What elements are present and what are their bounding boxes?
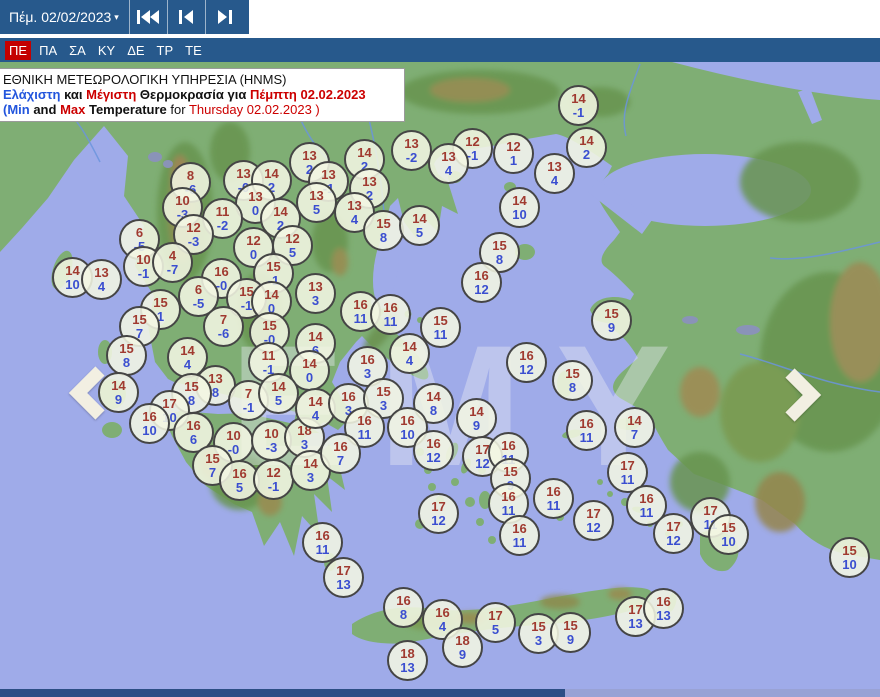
temp-bubble: 1612: [461, 262, 502, 303]
day-tab-ΔΕ[interactable]: ΔΕ: [123, 41, 148, 60]
temp-bubble: 1510: [708, 514, 749, 555]
day-tab-ΠΕ[interactable]: ΠΕ: [5, 41, 31, 60]
day-tabs: ΠΕΠΑΣΑΚΥΔΕ ΤΡΤΕ: [0, 38, 880, 62]
temp-bubble: 1610: [129, 403, 170, 444]
temp-bubble: 1510: [829, 537, 870, 578]
chevron-right-icon: [780, 367, 824, 423]
temp-bubble: 158: [106, 335, 147, 376]
skip-to-first-icon: [137, 10, 159, 24]
temp-bubble: 1712: [653, 513, 694, 554]
toolbar: Πέμ. 02/02/2023 ▾: [0, 0, 880, 34]
temp-bubble: 1611: [499, 515, 540, 556]
temp-bubble: 159: [591, 300, 632, 341]
temp-bubble: 134: [534, 153, 575, 194]
step-next-icon: [217, 10, 232, 24]
temp-bubble: 1611: [533, 478, 574, 519]
legend-box: ΕΘΝΙΚΗ ΜΕΤΕΩΡΟΛΟΓΙΚΗ ΥΠΗΡΕΣΙΑ (HNMS) Ελά…: [0, 68, 405, 122]
day-tab-ΤΕ[interactable]: ΤΕ: [181, 41, 206, 60]
temp-bubble: 134: [81, 259, 122, 300]
temp-bubble: 147: [614, 407, 655, 448]
temp-bubble: 1712: [573, 500, 614, 541]
temp-bubble: 149: [456, 398, 497, 439]
date-selector[interactable]: Πέμ. 02/02/2023 ▾: [0, 0, 129, 34]
bottom-bar-right: [565, 689, 880, 697]
temp-bubble: 158: [552, 360, 593, 401]
next-day-button[interactable]: [205, 0, 243, 34]
temp-bubble: 158: [363, 210, 404, 251]
temp-bubble: 4-7: [152, 242, 193, 283]
map-area: ΕΜΥ 14-114213412112-113413-214213213-113…: [0, 62, 880, 697]
previous-day-button[interactable]: [167, 0, 205, 34]
temp-bubble: 1712: [418, 493, 459, 534]
temp-bubble: 168: [383, 587, 424, 628]
temp-bubble: 135: [296, 182, 337, 223]
step-previous-icon: [179, 10, 194, 24]
day-tab-ΠΑ[interactable]: ΠΑ: [35, 41, 61, 60]
temp-bubble: 145: [399, 205, 440, 246]
temp-bubble: 133: [295, 273, 336, 314]
temp-bubble: 1813: [387, 640, 428, 681]
temp-bubble: 159: [550, 612, 591, 653]
temp-bubble: 1613: [643, 588, 684, 629]
temp-bubble: 144: [389, 333, 430, 374]
temp-bubble: 13-2: [391, 130, 432, 171]
temp-bubble: 142: [566, 127, 607, 168]
temp-bubble: 7-6: [203, 306, 244, 347]
toolbar-left: Πέμ. 02/02/2023 ▾: [0, 0, 249, 34]
temp-bubble: 14-1: [558, 85, 599, 126]
temp-bubble: 12-1: [253, 459, 294, 500]
legend-line3: (Min and Max Temperature for Thursday 02…: [3, 102, 398, 117]
day-tab-ΣΑ[interactable]: ΣΑ: [65, 41, 90, 60]
chevron-left-icon: [66, 365, 110, 421]
temp-bubble: 1410: [499, 187, 540, 228]
day-tab-ΚΥ[interactable]: ΚΥ: [94, 41, 119, 60]
temp-bubble: 145: [258, 373, 299, 414]
temp-bubble: 121: [493, 133, 534, 174]
temp-bubble: 1612: [413, 430, 454, 471]
date-label: Πέμ. 02/02/2023: [9, 9, 111, 25]
temp-bubble: 1611: [566, 410, 607, 451]
temp-bubble: 134: [428, 143, 469, 184]
bottom-bar: [0, 689, 565, 697]
legend-line1: ΕΘΝΙΚΗ ΜΕΤΕΩΡΟΛΟΓΙΚΗ ΥΠΗΡΕΣΙΑ (HNMS): [3, 72, 398, 87]
temp-bubble: 167: [320, 433, 361, 474]
temp-bubble: 1611: [370, 294, 411, 335]
bubble-layer: 14-114213412112-113413-214213213-1132135…: [0, 62, 880, 697]
temp-bubble: 1612: [506, 342, 547, 383]
temp-bubble: 189: [442, 627, 483, 668]
day-tab-ΤΡ[interactable]: ΤΡ: [153, 41, 178, 60]
legend-line2: Ελάχιστη και Μέγιστη Θερμοκρασία για Πέμ…: [3, 87, 398, 102]
first-day-button[interactable]: [129, 0, 167, 34]
temp-bubble: 175: [475, 602, 516, 643]
chevron-down-icon: ▾: [114, 12, 119, 23]
temp-bubble: 1713: [323, 557, 364, 598]
